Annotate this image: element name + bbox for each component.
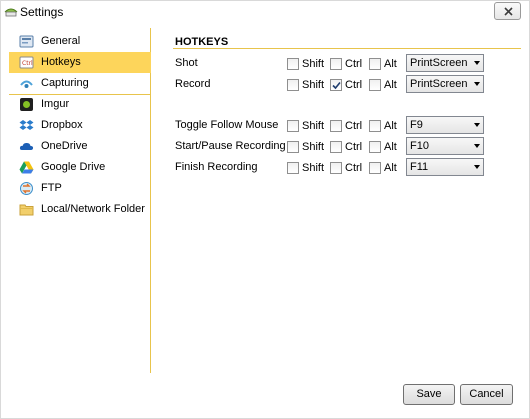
hotkey-label: Shot	[175, 57, 198, 69]
chevron-down-icon	[474, 144, 480, 148]
sidebar-item-label: Imgur	[41, 98, 70, 110]
sidebar-item-general[interactable]: General	[9, 31, 151, 52]
hotkeys-panel: HOTKEYS Shot Shift Ctrl Alt PrintScreen …	[153, 28, 523, 373]
settings-window: Settings General Ctrl Hotkeys Capturing …	[0, 0, 530, 419]
title-bar: Settings	[1, 1, 529, 23]
shift-checkbox[interactable]	[287, 58, 299, 70]
sidebar-item-google-drive[interactable]: Google Drive	[9, 157, 151, 178]
alt-label: Alt	[384, 58, 397, 70]
shift-checkbox[interactable]	[287, 162, 299, 174]
alt-checkbox[interactable]	[369, 79, 381, 91]
sidebar-item-label: Hotkeys	[41, 56, 81, 68]
sidebar-item-onedrive[interactable]: OneDrive	[9, 136, 151, 157]
key-dropdown[interactable]: F9	[406, 116, 484, 134]
ctrl-label: Ctrl	[345, 141, 363, 153]
shift-label: Shift	[302, 141, 325, 153]
section-title: HOTKEYS	[175, 36, 229, 48]
sidebar-item-capturing[interactable]: Capturing	[9, 73, 151, 94]
alt-label: Alt	[384, 162, 397, 174]
alt-label: Alt	[384, 79, 397, 91]
ctrl-label: Ctrl	[345, 120, 363, 132]
ctrl-label: Ctrl	[345, 79, 363, 91]
shift-checkbox[interactable]	[287, 141, 299, 153]
ctrl-checkbox[interactable]	[330, 141, 342, 153]
sidebar: General Ctrl Hotkeys Capturing Imgur Dro…	[9, 28, 151, 373]
ctrl-checkbox[interactable]	[330, 58, 342, 70]
sidebar-item-imgur[interactable]: Imgur	[9, 94, 151, 115]
close-button[interactable]	[494, 2, 521, 20]
alt-checkbox[interactable]	[369, 162, 381, 174]
hotkey-label: Toggle Follow Mouse	[175, 119, 279, 131]
ftp-icon	[19, 181, 34, 196]
shift-label: Shift	[302, 58, 325, 70]
shift-label: Shift	[302, 79, 325, 91]
sidebar-item-label: Local/Network Folder	[41, 203, 145, 215]
hotkey-row-finish-recording: Finish Recording Shift Ctrl Alt F11	[153, 158, 523, 178]
sidebar-item-label: General	[41, 35, 81, 47]
chevron-down-icon	[474, 82, 480, 86]
shift-checkbox[interactable]	[287, 120, 299, 132]
ctrl-checkbox[interactable]	[330, 162, 342, 174]
checkmark-icon	[332, 81, 341, 90]
sidebar-item-dropbox[interactable]: Dropbox	[9, 115, 151, 136]
dropbox-icon	[19, 118, 34, 133]
capture-icon	[19, 76, 34, 91]
hotkey-label: Finish Recording	[175, 161, 258, 173]
sidebar-item-label: OneDrive	[41, 140, 88, 152]
folder-icon	[19, 202, 34, 217]
cancel-button[interactable]: Cancel	[460, 384, 513, 405]
ctrl-checkbox[interactable]	[330, 120, 342, 132]
key-dropdown-value: F11	[410, 161, 429, 173]
chevron-down-icon	[474, 165, 480, 169]
hotkey-row-shot: Shot Shift Ctrl Alt PrintScreen	[153, 54, 523, 74]
hotkey-row-record: Record Shift Ctrl Alt PrintScreen	[153, 75, 523, 95]
sidebar-item-label: Google Drive	[41, 161, 106, 173]
sidebar-item-hotkeys[interactable]: Ctrl Hotkeys	[9, 52, 151, 73]
close-icon	[504, 7, 513, 16]
shift-checkbox[interactable]	[287, 79, 299, 91]
key-dropdown-value: F10	[410, 140, 429, 152]
hotkey-label: Start/Pause Recording	[175, 140, 286, 152]
shift-label: Shift	[302, 120, 325, 132]
sidebar-item-ftp[interactable]: FTP	[9, 178, 151, 199]
shift-label: Shift	[302, 162, 325, 174]
section-divider	[173, 48, 521, 49]
keyboard-icon: Ctrl	[19, 55, 34, 70]
general-icon	[19, 34, 34, 49]
window-title: Settings	[20, 5, 64, 19]
alt-checkbox[interactable]	[369, 120, 381, 132]
alt-label: Alt	[384, 120, 397, 132]
onedrive-icon	[19, 139, 34, 154]
svg-text:Ctrl: Ctrl	[22, 60, 33, 67]
hotkey-label: Record	[175, 78, 211, 90]
alt-checkbox[interactable]	[369, 58, 381, 70]
settings-app-icon	[4, 5, 18, 18]
ctrl-checkbox[interactable]	[330, 79, 342, 91]
key-dropdown[interactable]: F10	[406, 137, 484, 155]
ctrl-label: Ctrl	[345, 58, 363, 70]
alt-checkbox[interactable]	[369, 141, 381, 153]
ctrl-label: Ctrl	[345, 162, 363, 174]
key-dropdown[interactable]: PrintScreen	[406, 54, 484, 72]
key-dropdown-value: F9	[410, 119, 423, 131]
key-dropdown[interactable]: F11	[406, 158, 484, 176]
google-drive-icon	[19, 160, 34, 175]
hotkey-row-toggle-follow-mouse: Toggle Follow Mouse Shift Ctrl Alt F9	[153, 116, 523, 136]
alt-label: Alt	[384, 141, 397, 153]
imgur-icon	[19, 97, 34, 112]
chevron-down-icon	[474, 61, 480, 65]
sidebar-item-label: Dropbox	[41, 119, 83, 131]
hotkey-row-start-pause-recording: Start/Pause Recording Shift Ctrl Alt F10	[153, 137, 523, 157]
chevron-down-icon	[474, 123, 480, 127]
sidebar-item-local-network-folder[interactable]: Local/Network Folder	[9, 199, 151, 220]
sidebar-item-label: FTP	[41, 182, 62, 194]
key-dropdown-value: PrintScreen	[410, 57, 468, 69]
sidebar-item-label: Capturing	[41, 77, 89, 89]
key-dropdown[interactable]: PrintScreen	[406, 75, 484, 93]
save-button[interactable]: Save	[403, 384, 455, 405]
key-dropdown-value: PrintScreen	[410, 78, 468, 90]
